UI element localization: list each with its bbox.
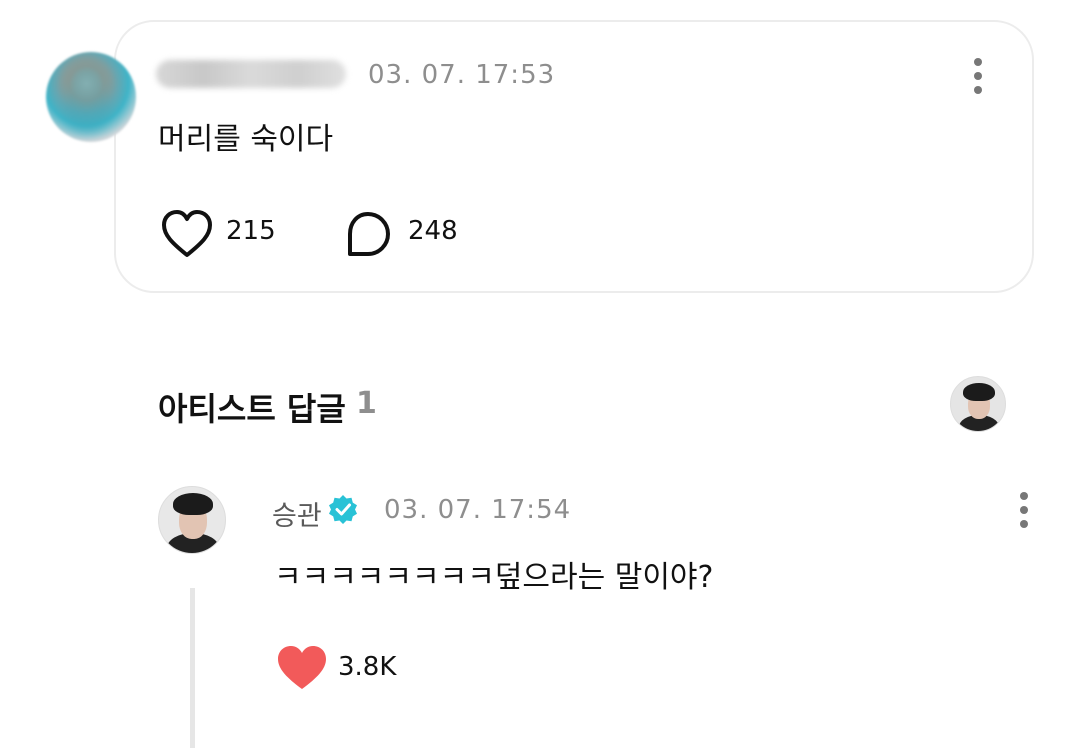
heart-outline-icon[interactable] bbox=[160, 208, 214, 260]
reply-author-name[interactable]: 승관 bbox=[272, 494, 322, 533]
post-more-options-icon[interactable] bbox=[966, 56, 990, 96]
verified-badge-icon bbox=[328, 494, 358, 524]
comment-bubble-icon[interactable] bbox=[344, 210, 394, 260]
post-comment-count: 248 bbox=[408, 216, 458, 246]
artist-reply-count: 1 bbox=[356, 386, 377, 421]
post-author-username-blurred bbox=[156, 60, 346, 88]
post-timestamp: 03. 07. 17:53 bbox=[368, 60, 556, 90]
reply-thread-line bbox=[190, 588, 195, 748]
artist-avatar[interactable] bbox=[158, 486, 226, 554]
post-author-avatar[interactable] bbox=[46, 52, 136, 142]
artist-avatar-small[interactable] bbox=[950, 376, 1006, 432]
reply-like-count: 3.8K bbox=[338, 652, 397, 682]
post-body-text: 머리를 숙이다 bbox=[158, 122, 334, 157]
reply-timestamp: 03. 07. 17:54 bbox=[384, 495, 572, 525]
reply-more-options-icon[interactable] bbox=[1012, 490, 1036, 530]
post-like-count: 215 bbox=[226, 216, 276, 246]
heart-filled-icon[interactable] bbox=[276, 644, 328, 692]
artist-reply-section-title: 아티스트 답글 bbox=[158, 390, 346, 428]
reply-body-text: ㅋㅋㅋㅋㅋㅋㅋㅋ덮으라는 말이야? bbox=[274, 560, 714, 595]
